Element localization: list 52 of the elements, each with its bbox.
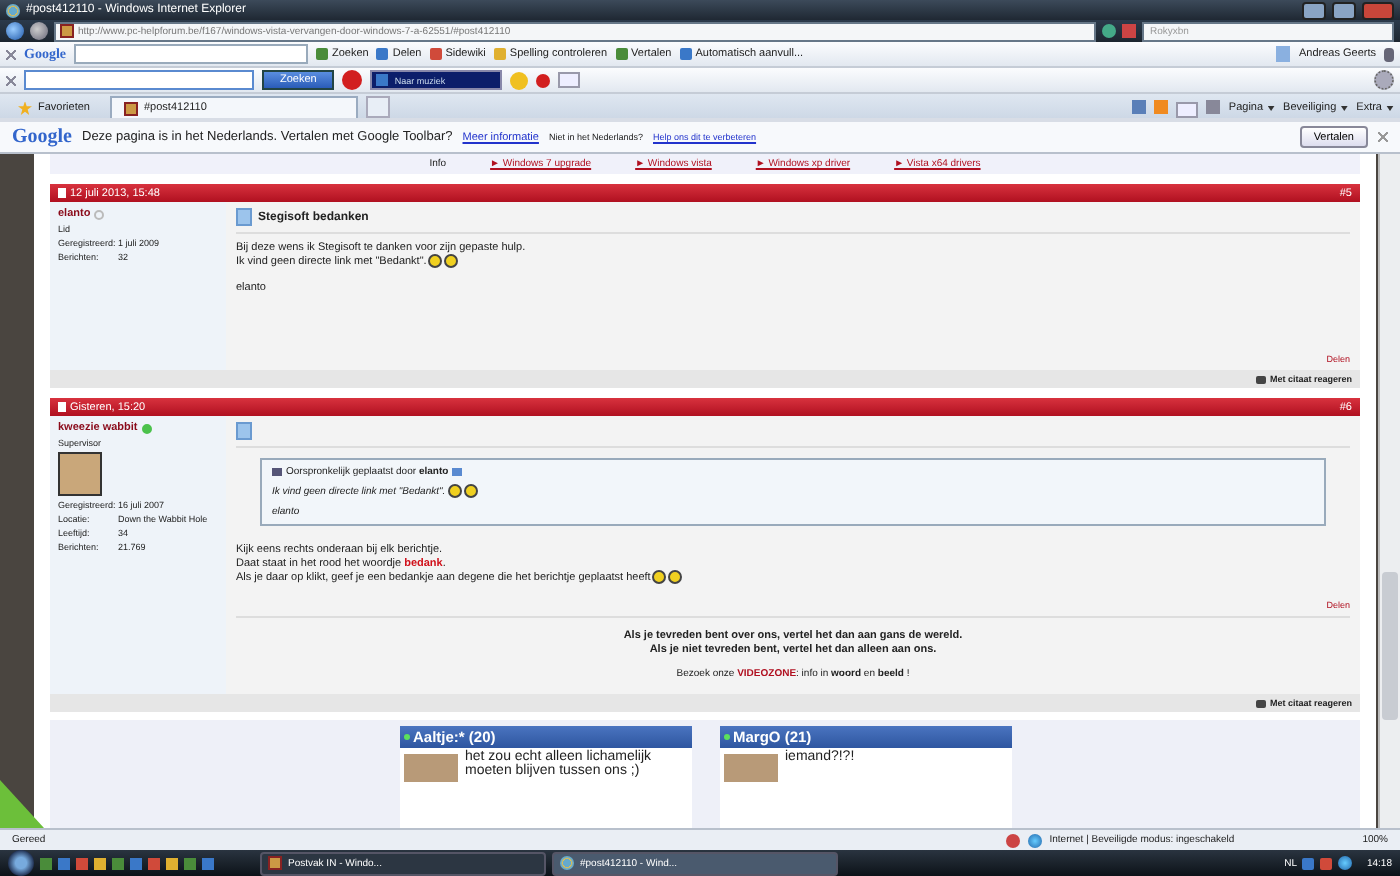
close-icon[interactable] bbox=[1378, 132, 1388, 142]
minimize-button[interactable] bbox=[1302, 1, 1326, 19]
document-icon bbox=[58, 188, 66, 198]
close-icon[interactable] bbox=[6, 49, 16, 59]
browser-logo-icon bbox=[6, 3, 20, 17]
page-icon bbox=[60, 24, 74, 38]
globe-icon bbox=[1027, 833, 1042, 847]
back-button-icon[interactable] bbox=[6, 22, 24, 40]
mail-icon[interactable] bbox=[558, 72, 581, 88]
page-icon bbox=[124, 101, 138, 115]
mail-icon[interactable] bbox=[1176, 102, 1199, 118]
search-field[interactable] bbox=[24, 70, 254, 90]
toolbar-item-icon bbox=[316, 48, 328, 60]
document-icon bbox=[236, 422, 252, 440]
close-button[interactable] bbox=[1362, 1, 1394, 19]
toolbar-item-icon bbox=[429, 48, 442, 60]
new-tab-button[interactable] bbox=[366, 96, 390, 118]
toolbar-logo-icon bbox=[342, 70, 363, 90]
toolbar-item-icon bbox=[679, 48, 692, 60]
speech-bubble-icon bbox=[1255, 699, 1266, 707]
blocked-icon bbox=[1005, 833, 1020, 847]
google-logo: Google bbox=[12, 126, 72, 148]
view-post-icon[interactable] bbox=[452, 468, 463, 476]
maximize-button[interactable] bbox=[1332, 1, 1356, 19]
user-icon bbox=[1276, 46, 1291, 62]
printer-icon[interactable] bbox=[1206, 100, 1221, 114]
quote-icon bbox=[272, 468, 282, 476]
feed-icon[interactable] bbox=[1154, 100, 1169, 114]
toolbar-item-icon bbox=[615, 48, 628, 60]
search-field[interactable] bbox=[74, 44, 308, 64]
forward-button-icon[interactable] bbox=[30, 22, 48, 40]
refresh-icon[interactable] bbox=[1102, 24, 1116, 38]
scrollbar[interactable] bbox=[1378, 154, 1400, 828]
photo-placeholder bbox=[403, 754, 457, 782]
toolbar-item-icon bbox=[376, 48, 389, 60]
play-icon bbox=[376, 74, 389, 86]
toolbar-item-icon[interactable] bbox=[536, 73, 551, 87]
caret-icon bbox=[1267, 105, 1276, 111]
folder-icon bbox=[268, 856, 282, 870]
browser-logo-icon bbox=[560, 856, 574, 870]
avatar-picture bbox=[58, 452, 102, 496]
network-icon[interactable] bbox=[1338, 856, 1353, 870]
caret-icon bbox=[1386, 105, 1394, 111]
toolbar-item-icon bbox=[493, 48, 506, 60]
caret-icon bbox=[1340, 105, 1349, 111]
home-icon[interactable] bbox=[1132, 100, 1147, 114]
start-button[interactable] bbox=[8, 850, 34, 876]
document-icon bbox=[236, 208, 252, 226]
photo-placeholder bbox=[723, 754, 777, 782]
document-icon bbox=[58, 402, 66, 412]
close-icon[interactable] bbox=[6, 75, 16, 85]
speech-bubble-icon bbox=[1255, 375, 1266, 383]
